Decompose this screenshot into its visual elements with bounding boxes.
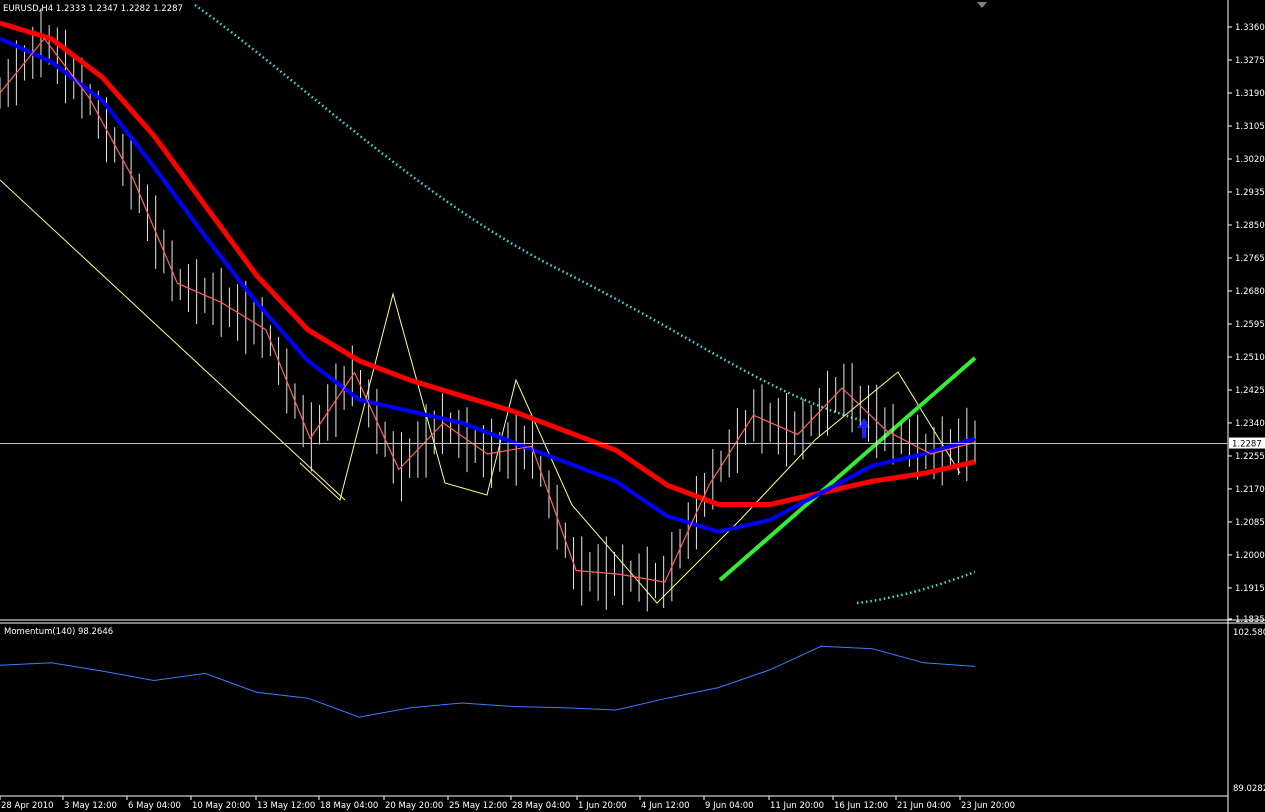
time-tick-label: 13 May 12:00 [257,801,315,811]
time-tick-label: 6 May 04:00 [128,801,181,811]
trading-chart[interactable]: 1.3360 1.3275 1.3190 1.3105 1.3020 1.2935 1.28… [0,0,1265,812]
time-tick-label: 11 Jun 20:00 [770,801,824,811]
current-price-label: 1.2287 [1232,440,1262,450]
price-tick-label: 1.2595 [1235,320,1265,330]
time-tick-label: 28 May 04:00 [512,801,570,811]
time-tick-label: 16 Jun 12:00 [834,801,888,811]
time-tick-label: 18 May 04:00 [320,801,378,811]
price-tick-label: 1.2085 [1235,518,1265,528]
price-tick-label: 1.3275 [1235,56,1265,66]
price-tick-label: 1.2255 [1235,452,1265,462]
time-tick-label: 28 Apr 2010 [1,801,54,811]
time-tick-label: 21 Jun 04:00 [897,801,951,811]
price-tick-label: 1.2170 [1235,485,1265,495]
time-tick-label: 3 May 12:00 [64,801,117,811]
price-tick-label: 1.2000 [1235,551,1265,561]
chart-canvas[interactable]: 1.3360 1.3275 1.3190 1.3105 1.3020 1.2935 1.28… [0,0,1265,812]
price-tick-label: 1.3360 [1235,23,1265,33]
time-tick-label: 9 Jun 04:00 [705,801,754,811]
price-tick-label: 1.1835 [1235,615,1265,625]
price-tick-label: 1.1915 [1235,584,1265,594]
price-tick-label: 1.2425 [1235,386,1265,396]
price-tick-label: 1.2680 [1235,287,1265,297]
price-tick-label: 1.2510 [1235,353,1265,363]
price-tick-label: 1.2850 [1235,221,1265,231]
time-tick-label: 4 Jun 12:00 [641,801,690,811]
time-tick-label: 1 Jun 20:00 [578,801,627,811]
chart-background [0,0,1265,812]
symbol-info: EURUSD,H4 1.2333 1.2347 1.2282 1.2287 [3,4,183,14]
momentum-min-label: 89.0282 [1233,784,1265,794]
price-tick-label: 1.2935 [1235,188,1265,198]
price-tick-label: 1.3190 [1235,89,1265,99]
time-tick-label: 23 Jun 20:00 [961,801,1015,811]
momentum-max-label: 102.580 [1233,628,1265,638]
momentum-label: Momentum(140) 98.2646 [4,627,113,637]
time-tick-label: 10 May 20:00 [192,801,250,811]
price-tick-label: 1.2765 [1235,254,1265,264]
price-tick-label: 1.2340 [1235,419,1265,429]
time-tick-label: 20 May 20:00 [385,801,443,811]
time-tick-label: 25 May 12:00 [449,801,507,811]
current-price-tag: 1.2287 [1229,437,1265,450]
price-tick-label: 1.3020 [1235,155,1265,165]
price-tick-label: 1.3105 [1235,122,1265,132]
